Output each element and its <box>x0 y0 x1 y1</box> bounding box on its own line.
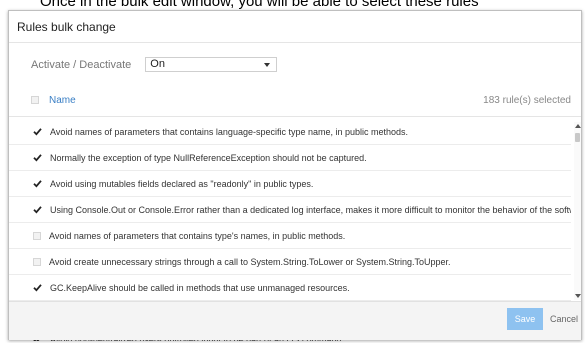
scrollbar-thumb[interactable] <box>575 133 580 142</box>
rule-name: Avoid names of parameters that contains … <box>49 230 346 241</box>
activate-select-value: On <box>150 58 165 70</box>
rule-row[interactable]: Avoid names of parameters that contains … <box>9 223 571 249</box>
name-column-header[interactable]: Name <box>49 95 76 106</box>
activate-select[interactable]: On <box>145 57 278 72</box>
rule-row[interactable]: Normally the exception of type NullRefer… <box>9 145 571 171</box>
activate-row: Activate / Deactivate On <box>31 57 278 72</box>
rule-row[interactable]: GC.KeepAlive should be called in methods… <box>9 275 571 301</box>
rule-row[interactable]: Avoid create unnecessary strings through… <box>9 249 571 275</box>
rule-row[interactable]: Avoid names of parameters that contains … <box>9 119 571 145</box>
rule-name: Avoid create unnecessary strings through… <box>49 256 451 267</box>
checkmark-icon[interactable] <box>33 179 42 188</box>
activate-label: Activate / Deactivate <box>31 58 132 71</box>
selected-count: 183 rule(s) selected <box>483 94 571 106</box>
dialog-header: Rules bulk change <box>9 11 581 43</box>
save-button[interactable]: Save <box>507 308 543 330</box>
cancel-button[interactable]: Cancel <box>547 308 581 330</box>
chevron-down-icon <box>264 63 271 67</box>
list-header: Name 183 rule(s) selected <box>31 92 571 108</box>
dialog-footer: Save Cancel <box>9 301 581 340</box>
checkmark-icon[interactable] <box>33 127 42 136</box>
page-caption: Once in the bulk edit window, you will b… <box>40 0 479 10</box>
rule-name: Using Console.Out or Console.Error rathe… <box>50 204 571 215</box>
scroll-up-icon[interactable] <box>575 124 581 128</box>
rule-row[interactable]: Using Console.Out or Console.Error rathe… <box>9 197 571 223</box>
checkmark-icon[interactable] <box>33 153 42 162</box>
rules-bulk-change-dialog: Rules bulk change Activate / Deactivate … <box>8 10 582 341</box>
rule-name: Normally the exception of type NullRefer… <box>50 152 367 163</box>
checkmark-icon[interactable] <box>33 283 42 292</box>
rules-scrollbar[interactable] <box>574 122 581 300</box>
checkmark-icon[interactable] <box>33 205 42 214</box>
rule-row[interactable]: Avoid using mutables fields declared as … <box>9 171 571 197</box>
rule-name: GC.KeepAlive should be called in methods… <box>50 282 350 293</box>
rule-name: Avoid using mutables fields declared as … <box>50 178 314 189</box>
select-all-checkbox[interactable] <box>31 96 39 104</box>
dialog-title: Rules bulk change <box>17 19 116 34</box>
rule-checkbox[interactable] <box>33 257 41 266</box>
rule-checkbox[interactable] <box>33 231 41 240</box>
scroll-down-icon[interactable] <box>575 294 581 298</box>
rule-name: Avoid names of parameters that contains … <box>50 126 409 137</box>
